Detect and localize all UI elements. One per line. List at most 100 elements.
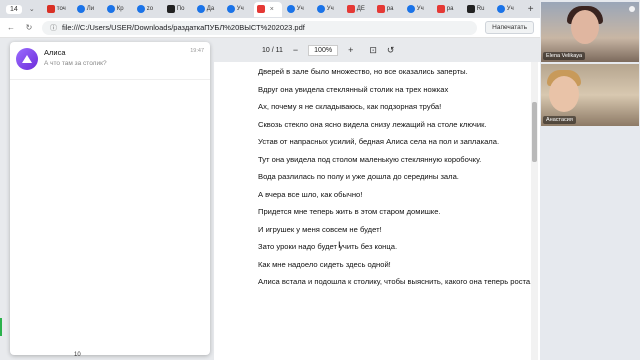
- tab-favicon-icon: [196, 5, 205, 13]
- tab-label: ра: [386, 6, 394, 12]
- browser-tab[interactable]: По: [164, 2, 192, 17]
- tab-favicon-icon: [316, 5, 325, 13]
- document-line: Ах, почему я не складываюсь, как подзорн…: [258, 102, 442, 111]
- browser-tab[interactable]: точ: [44, 2, 72, 17]
- browser-tab[interactable]: Ru: [464, 2, 492, 17]
- notification-text: Алиса А что там за столик?: [44, 48, 190, 79]
- tab-label: Да: [206, 6, 215, 12]
- zoom-in-icon[interactable]: +: [348, 45, 353, 55]
- chat-notification[interactable]: Алиса А что там за столик? 19:47: [10, 42, 210, 80]
- rotate-icon[interactable]: ↺: [387, 45, 395, 56]
- tab-favicon-icon: [286, 5, 295, 13]
- mic-icon: [629, 6, 635, 12]
- tab-favicon-icon: [76, 5, 85, 13]
- browser-tab[interactable]: Да: [194, 2, 222, 17]
- tab-label: Уч: [506, 6, 514, 12]
- message-preview: А что там за столик?: [44, 60, 107, 67]
- browser-tab[interactable]: Ли: [74, 2, 102, 17]
- document-line: Вдруг она увидела стеклянный столик на т…: [258, 84, 449, 94]
- fit-page-icon[interactable]: ⊡: [369, 45, 377, 56]
- tab-label: Уч: [326, 6, 334, 12]
- alice-logo-icon: [22, 55, 32, 63]
- browser-tab[interactable]: Кр: [104, 2, 132, 17]
- tab-label: Кр: [116, 6, 124, 12]
- chat-popup[interactable]: Алиса А что там за столик? 19:47: [10, 42, 210, 355]
- tab-label: Уч: [236, 6, 244, 12]
- zoom-out-icon[interactable]: −: [293, 45, 298, 55]
- document-line: Сквозь стекло она ясно видела снизу лежа…: [258, 119, 487, 129]
- tab-label: Ли: [86, 6, 95, 12]
- document-line: Как мне надоело сидеть здесь одной!: [258, 259, 391, 269]
- tab-favicon-icon: [406, 5, 415, 13]
- browser-tab[interactable]: ×: [253, 1, 282, 17]
- alice-avatar: [16, 48, 38, 70]
- tab-favicon-icon: [256, 5, 265, 13]
- tab-label: Уч: [416, 6, 424, 12]
- browser-tab[interactable]: Уч: [284, 2, 312, 17]
- pdf-toolbar: 10 / 11 − 100% + ⊡ ↺: [212, 40, 540, 60]
- tab-favicon-icon: [46, 5, 55, 13]
- scrollbar-thumb[interactable]: [532, 102, 537, 162]
- tab-favicon-icon: [166, 5, 175, 13]
- page-indicator[interactable]: 10 / 11: [262, 47, 283, 54]
- participant-name-1: Elena Velikaya: [543, 52, 586, 60]
- video-tile-1[interactable]: Elena Velikaya: [541, 2, 639, 62]
- scrollbar[interactable]: [531, 62, 538, 360]
- tab-label: ра: [446, 6, 454, 12]
- browser-toolbar: ← ↻ ⓘ file:///C:/Users/USER/Downloads/ра…: [0, 18, 540, 38]
- document-line: Придется мне теперь жить в этом старом д…: [258, 207, 441, 216]
- tab-label: ДЕ: [356, 6, 365, 12]
- tab-favicon-icon: [466, 5, 475, 13]
- sender-name: Алиса: [44, 48, 66, 57]
- tab-favicon-icon: [136, 5, 145, 13]
- document-line: А вчера все шло, как обычно!: [258, 189, 363, 199]
- document-line: Вода разлилась по полу и уже дошла до се…: [258, 172, 459, 181]
- browser-tab[interactable]: ДЕ: [344, 2, 372, 17]
- document-line: Алиса встала и подошла к столику, чтобы …: [258, 277, 533, 286]
- tab-label: zo: [146, 6, 154, 12]
- reload-icon[interactable]: ↻: [24, 23, 34, 32]
- browser-tab[interactable]: Уч: [224, 2, 252, 17]
- page-number: 10: [74, 352, 81, 358]
- address-bar[interactable]: ⓘ file:///C:/Users/USER/Downloads/раздат…: [42, 20, 478, 35]
- tab-label: Ru: [476, 6, 485, 12]
- edge-indicator: [0, 318, 2, 336]
- back-icon[interactable]: ←: [6, 23, 16, 32]
- new-tab-button[interactable]: +: [528, 4, 534, 15]
- browser-tab[interactable]: Уч: [404, 2, 432, 17]
- screen: 14 ⌄ точ Ли Кр zo По Да Уч × Уч Уч ДЕ ра Уч ра Ru Уч + …: [0, 0, 640, 360]
- tab-counter[interactable]: 14: [6, 4, 22, 14]
- browser-tab[interactable]: Уч: [314, 2, 342, 17]
- document-line: Тут она увидела под столом маленькую сте…: [258, 154, 482, 164]
- tab-label: точ: [56, 6, 66, 12]
- document-line: Устав от напрасных усилий, бедная Алиса …: [258, 137, 500, 146]
- print-button[interactable]: Напечатать: [485, 21, 534, 34]
- close-tab-icon[interactable]: ×: [270, 6, 274, 13]
- text-cursor-icon: I: [338, 240, 341, 250]
- tab-favicon-icon: [376, 5, 385, 13]
- participant-name-2: Анастасия: [543, 116, 576, 124]
- tab-favicon-icon: [496, 5, 505, 13]
- video-tile-2[interactable]: Анастасия: [541, 64, 639, 126]
- browser-tab[interactable]: ра: [374, 2, 402, 17]
- document-line: Дверей в зале было множество, но все ока…: [258, 67, 468, 76]
- tab-favicon-icon: [436, 5, 445, 13]
- file-icon: ⓘ: [50, 24, 57, 32]
- browser-tab[interactable]: Уч: [494, 2, 522, 17]
- pdf-page: Дверей в зале было множество, но все ока…: [214, 62, 540, 360]
- participant-face: [549, 76, 579, 112]
- browser-tab[interactable]: ра: [434, 2, 462, 17]
- document-line: Зато уроки надо будет учить без конца.: [258, 242, 398, 251]
- participant-face: [571, 10, 599, 44]
- browser-tab[interactable]: zo: [134, 2, 162, 17]
- tab-label: Уч: [296, 6, 304, 12]
- chevron-down-icon[interactable]: ⌄: [26, 5, 38, 13]
- tab-favicon-icon: [346, 5, 355, 13]
- address-text: file:///C:/Users/USER/Downloads/раздатка…: [62, 23, 305, 32]
- tabs: точ Ли Кр zo По Да Уч × Уч Уч ДЕ ра Уч ра Ru Уч: [44, 1, 522, 17]
- tab-favicon-icon: [106, 5, 115, 13]
- tab-strip: 14 ⌄ точ Ли Кр zo По Да Уч × Уч Уч ДЕ ра Уч ра Ru Уч +: [0, 0, 540, 18]
- tab-favicon-icon: [226, 5, 235, 13]
- zoom-value[interactable]: 100%: [308, 44, 339, 56]
- document-line: И игрушек у меня совсем не будет!: [258, 224, 382, 234]
